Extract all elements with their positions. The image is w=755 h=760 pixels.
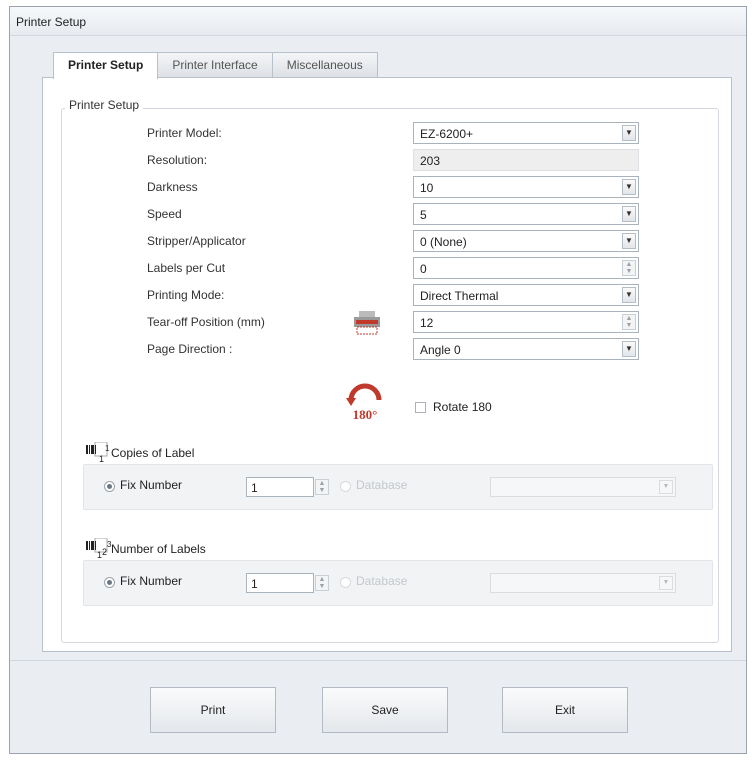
spinner-arrows-icon[interactable]: ▲ ▼ bbox=[315, 575, 329, 591]
copies-panel: Fix Number 1 ▲ ▼ Database ▼ bbox=[83, 464, 713, 510]
speed-select[interactable]: 5 ▼ bbox=[413, 203, 639, 225]
chevron-down-icon[interactable]: ▼ bbox=[622, 125, 636, 141]
tab-printer-interface[interactable]: Printer Interface bbox=[157, 52, 273, 77]
darkness-value: 10 bbox=[420, 181, 434, 195]
printer-icon bbox=[353, 310, 381, 336]
printer-model-value: EZ-6200+ bbox=[420, 127, 474, 141]
labels-per-cut-value: 0 bbox=[420, 262, 427, 276]
rotate-180-icon: 180° bbox=[343, 378, 387, 422]
tab-miscellaneous[interactable]: Miscellaneous bbox=[271, 52, 378, 77]
spinner-arrows-icon[interactable]: ▲ ▼ bbox=[315, 479, 329, 495]
number-of-labels-title: 1 2 3 Number of Labels bbox=[85, 537, 206, 560]
speed-value: 5 bbox=[420, 208, 427, 222]
chevron-down-icon[interactable]: ▼ bbox=[622, 287, 636, 303]
barcode-icon: 1 1 bbox=[85, 441, 110, 464]
chevron-down-icon[interactable]: ▼ bbox=[622, 179, 636, 195]
window-title: Printer Setup bbox=[16, 15, 87, 29]
copies-number-value: 1 bbox=[251, 481, 258, 495]
chevron-down-icon[interactable]: ▼ bbox=[659, 480, 673, 494]
stripper-label: Stripper/Applicator bbox=[147, 234, 246, 248]
labels-per-cut-spinner[interactable]: 0 ▲ ▼ bbox=[413, 257, 639, 279]
printing-mode-label: Printing Mode: bbox=[147, 288, 225, 302]
tear-off-label: Tear-off Position (mm) bbox=[147, 315, 265, 329]
copies-number-input[interactable]: 1 ▲ ▼ bbox=[246, 477, 329, 497]
copies-database-radio[interactable] bbox=[340, 481, 351, 492]
tab-printer-setup[interactable]: Printer Setup bbox=[53, 52, 159, 79]
copies-database-select[interactable]: ▼ bbox=[490, 477, 676, 497]
chevron-down-icon[interactable]: ▼ bbox=[622, 206, 636, 222]
svg-text:180°: 180° bbox=[353, 407, 378, 422]
copies-sub: 1 bbox=[99, 454, 105, 464]
copies-of-label-title: 1 1 Copies of Label bbox=[85, 441, 195, 464]
footer-divider bbox=[10, 660, 746, 661]
rotate-180-checkbox[interactable] bbox=[415, 402, 426, 413]
printer-model-select[interactable]: EZ-6200+ ▼ bbox=[413, 122, 639, 144]
tear-off-value: 12 bbox=[420, 316, 434, 330]
copies-title-text: Copies of Label bbox=[111, 446, 195, 460]
printing-mode-value: Direct Thermal bbox=[420, 289, 499, 303]
copies-fix-number-label: Fix Number bbox=[120, 478, 183, 492]
number-panel: Fix Number 1 ▲ ▼ Database ▼ bbox=[83, 560, 713, 606]
group-title: Printer Setup bbox=[65, 98, 144, 112]
printer-setup-window: Printer Setup Printer Setup Printer Inte… bbox=[9, 6, 747, 754]
save-button[interactable]: Save bbox=[322, 687, 448, 733]
tear-off-spinner[interactable]: 12 ▲ ▼ bbox=[413, 311, 639, 333]
number-database-radio[interactable] bbox=[340, 577, 351, 588]
printer-model-label: Printer Model: bbox=[147, 126, 222, 140]
spinner-arrows-icon[interactable]: ▲ ▼ bbox=[622, 314, 636, 330]
labels-per-cut-label: Labels per Cut bbox=[147, 261, 226, 275]
copies-database-label: Database bbox=[356, 478, 408, 492]
stripper-select[interactable]: 0 (None) ▼ bbox=[413, 230, 639, 252]
darkness-select[interactable]: 10 ▼ bbox=[413, 176, 639, 198]
darkness-label: Darkness bbox=[147, 180, 198, 194]
printing-mode-select[interactable]: Direct Thermal ▼ bbox=[413, 284, 639, 306]
chevron-down-icon[interactable]: ▼ bbox=[622, 233, 636, 249]
resolution-label: Resolution: bbox=[147, 153, 208, 167]
number-fix-number-radio[interactable] bbox=[104, 577, 115, 588]
number-database-select[interactable]: ▼ bbox=[490, 573, 676, 593]
barcode-icon: 1 2 3 bbox=[85, 537, 112, 560]
copies-fix-number-radio[interactable] bbox=[104, 481, 115, 492]
resolution-value: 203 bbox=[420, 154, 441, 168]
rotate-180-label: Rotate 180 bbox=[433, 400, 492, 414]
stripper-value: 0 (None) bbox=[420, 235, 467, 249]
resolution-field: 203 bbox=[413, 149, 639, 171]
tab-strip: Printer Setup Printer Interface Miscella… bbox=[53, 52, 378, 79]
number-sup: 3 bbox=[107, 540, 112, 549]
title-bar: Printer Setup bbox=[10, 7, 746, 36]
number-fix-number-label: Fix Number bbox=[120, 574, 183, 588]
print-button[interactable]: Print bbox=[150, 687, 276, 733]
exit-button[interactable]: Exit bbox=[502, 687, 628, 733]
tab-panel: Printer Setup Printer Model: EZ-6200+ ▼ … bbox=[42, 77, 732, 652]
number-number-input[interactable]: 1 ▲ ▼ bbox=[246, 573, 329, 593]
page-direction-label: Page Direction : bbox=[147, 342, 233, 356]
speed-label: Speed bbox=[147, 207, 182, 221]
chevron-down-icon[interactable]: ▼ bbox=[622, 341, 636, 357]
page-direction-value: Angle 0 bbox=[420, 343, 461, 357]
spinner-arrows-icon[interactable]: ▲ ▼ bbox=[622, 260, 636, 276]
number-number-value: 1 bbox=[251, 577, 258, 591]
copies-sup: 1 bbox=[105, 444, 110, 453]
chevron-down-icon[interactable]: ▼ bbox=[659, 576, 673, 590]
number-title-text: Number of Labels bbox=[111, 542, 206, 556]
page-direction-select[interactable]: Angle 0 ▼ bbox=[413, 338, 639, 360]
number-database-label: Database bbox=[356, 574, 408, 588]
